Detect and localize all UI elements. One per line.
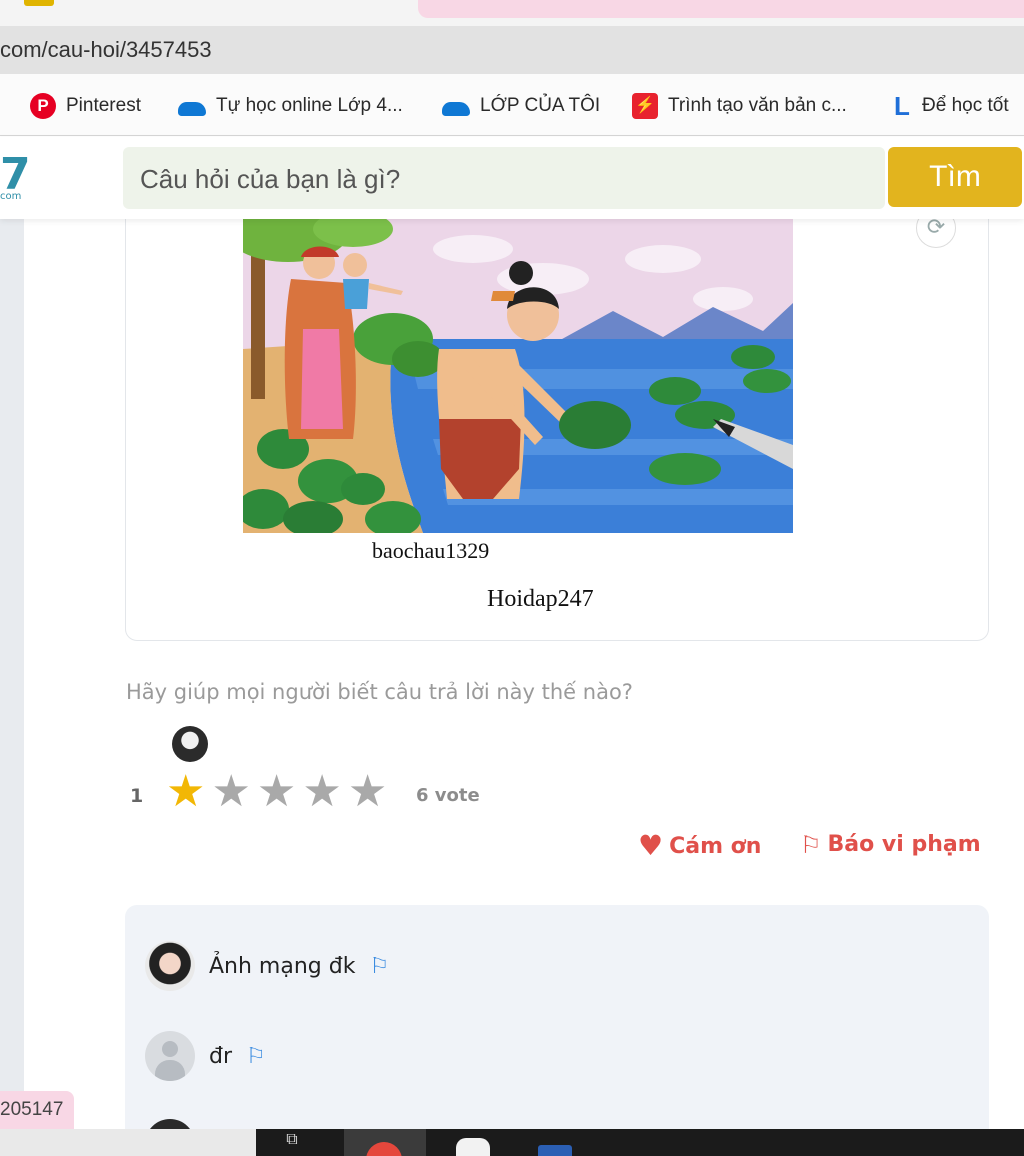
site-header: 7 com Câu hỏi của bạn là gì? Tìm [0,137,1024,219]
vote-count: 6 vote [416,785,480,806]
comment-text: Ảnh mạng đk [209,953,356,979]
search-button[interactable]: Tìm [888,147,1022,207]
left-gutter [0,219,24,1129]
search-input[interactable]: Câu hỏi của bạn là gì? [123,147,885,209]
bookmark-label: Để học tốt [922,95,1009,116]
star-icon[interactable]: ★ [166,770,205,814]
bookmark-label: Tự học online Lớp 4... [216,95,403,116]
site-logo-suffix: com [0,191,22,202]
bookmark-label: Pinterest [66,95,141,116]
avatar[interactable] [145,941,195,991]
taskbar-search-area[interactable] [0,1129,256,1156]
rater-avatar[interactable] [172,726,208,762]
report-button[interactable]: ⚐ Báo vi phạm [800,832,981,857]
bookmark-tu-hoc-online[interactable]: Tự học online Lớp 4... [178,92,403,120]
tab-favicon[interactable] [24,0,54,6]
browser-tab-strip [0,0,1024,26]
answer-illustration [243,219,793,533]
star-icon[interactable]: ★ [348,770,387,814]
bookmark-pinterest[interactable]: P Pinterest [30,92,141,120]
bookmark-label: LỚP CỦA TÔI [480,95,601,116]
rating-prompt: Hãy giúp mọi người biết câu trả lời này … [126,680,633,704]
report-label: Báo vi phạm [827,832,981,857]
comment-item: Ảnh mạng đk ⚐ [145,941,389,991]
comment-item: đr ⚐ [145,1031,266,1081]
avatar[interactable] [145,1119,195,1129]
avatar[interactable] [145,1031,195,1081]
star-icon[interactable]: ★ [211,770,250,814]
illustration-caption-user: baochau1329 [372,538,490,563]
thanks-button[interactable]: ♥ Cám ơn [638,832,761,860]
bookmark-label: Trình tạo văn bản c... [668,95,847,116]
page: com/cau-hoi/3457453 P Pinterest Tự học o… [0,0,1024,1156]
task-view-icon[interactable]: ⧉ [272,1129,312,1156]
pinterest-icon: P [30,93,56,119]
flag-icon: ⚐ [800,830,822,859]
thanks-label: Cám ơn [669,833,762,859]
word-app-icon[interactable] [538,1145,572,1156]
bookmark-de-hoc-tot[interactable]: L Để học tốt [894,92,1009,120]
browser-tab[interactable] [418,0,1024,18]
flag-icon[interactable]: ⚐ [246,1044,266,1069]
cloud-icon [442,102,470,116]
address-bar[interactable]: com/cau-hoi/3457453 [0,26,1024,74]
search-placeholder: Câu hỏi của bạn là gì? [140,164,401,194]
star-icon[interactable]: ★ [302,770,341,814]
illustration-caption-site: Hoidap247 [487,586,594,612]
os-taskbar: ⧉ [0,1129,1024,1156]
flag-icon[interactable]: ⚐ [369,954,389,979]
bookmark-lop-cua-toi[interactable]: LỚP CỦA TÔI [442,92,600,120]
heart-icon: ♥ [638,829,664,862]
star-rating: ★ ★ ★ ★ ★ [166,770,387,814]
cloud-icon [178,102,206,116]
star-icon[interactable]: ★ [257,770,296,814]
rating-count: 1 [130,785,144,807]
comment-text: đr [209,1043,233,1069]
bookmark-trinh-tao-van-ban[interactable]: ⚡ Trình tạo văn bản c... [632,92,847,120]
page-badge: 205147 [0,1091,74,1129]
comments-section: Ảnh mạng đk ⚐ đr ⚐ [125,905,989,1129]
chat-app-icon[interactable] [456,1138,490,1156]
l-letter-icon: L [894,91,910,121]
bookmarks-bar: P Pinterest Tự học online Lớp 4... LỚP C… [0,74,1024,136]
bolt-icon: ⚡ [632,93,658,119]
url-text[interactable]: com/cau-hoi/3457453 [0,37,212,63]
